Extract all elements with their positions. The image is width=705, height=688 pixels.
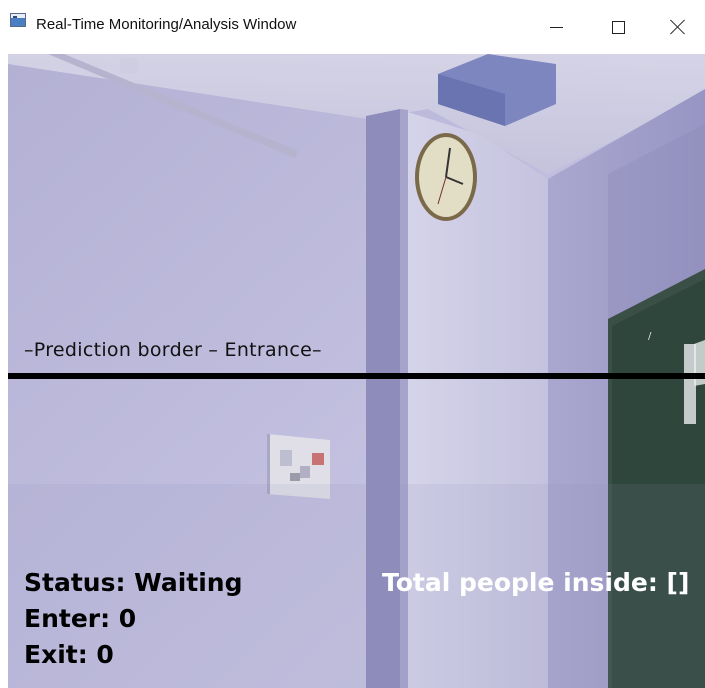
minimize-icon [549, 26, 563, 28]
total-people-inside: Total people inside: [] [382, 568, 690, 597]
video-frame: / –Prediction border – Entrance– Status:… [8, 54, 705, 688]
maximize-button[interactable] [588, 0, 648, 54]
app-window: Real-Time Monitoring/Analysis Window / –… [0, 0, 705, 688]
prediction-border-line [8, 373, 705, 379]
close-button[interactable] [648, 0, 705, 54]
title-bar[interactable]: Real-Time Monitoring/Analysis Window [0, 0, 705, 54]
prediction-border-label: –Prediction border – Entrance– [24, 339, 322, 361]
app-icon[interactable] [10, 13, 26, 27]
status-text: Status: Waiting [24, 568, 243, 597]
maximize-icon [611, 20, 625, 34]
close-icon [670, 19, 686, 35]
exit-count: Exit: 0 [24, 640, 114, 669]
enter-count: Enter: 0 [24, 604, 137, 633]
window-title: Real-Time Monitoring/Analysis Window [36, 16, 297, 33]
minimize-button[interactable] [526, 0, 586, 54]
